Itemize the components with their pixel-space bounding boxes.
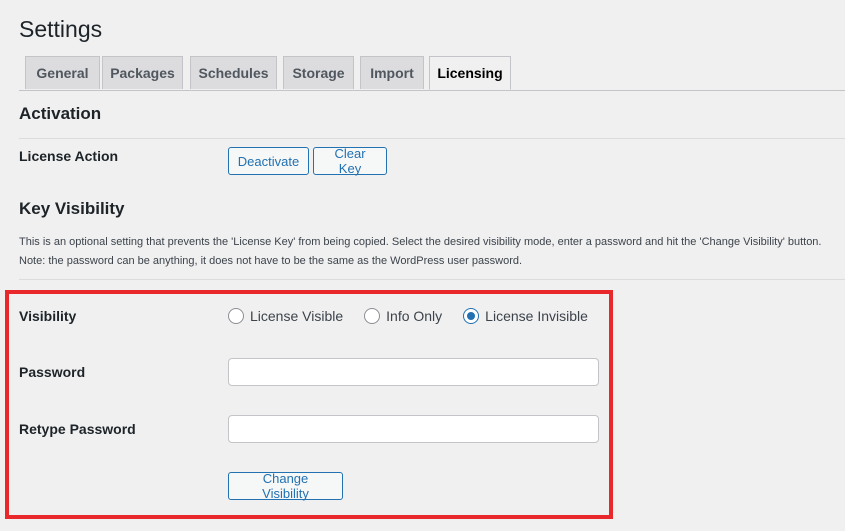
retype-password-label: Retype Password — [19, 421, 136, 437]
page-title: Settings — [19, 16, 103, 42]
key-visibility-description: This is an optional setting that prevent… — [19, 236, 822, 248]
password-input[interactable] — [228, 358, 599, 386]
radio-license-visible[interactable]: License Visible — [228, 308, 343, 324]
radio-button[interactable] — [228, 308, 244, 324]
visibility-radio-group: License Visible Info Only License Invisi… — [228, 306, 609, 326]
radio-label: License Invisible — [485, 308, 588, 324]
settings-tabs: General Packages Schedules Storage Impor… — [19, 56, 845, 91]
key-visibility-note: Note: the password can be anything, it d… — [19, 255, 523, 267]
radio-license-invisible[interactable]: License Invisible — [463, 308, 588, 324]
license-action-label: License Action — [19, 148, 119, 164]
clear-key-button[interactable]: Clear Key — [313, 146, 387, 176]
deactivate-button[interactable]: Deactivate — [228, 147, 309, 175]
radio-info-only[interactable]: Info Only — [364, 308, 442, 324]
tab-schedules[interactable]: Schedules — [190, 56, 277, 89]
tab-licensing[interactable]: Licensing — [429, 56, 511, 90]
radio-button-selected[interactable] — [463, 308, 480, 324]
radio-label: License Visible — [250, 308, 344, 324]
radio-label: Info Only — [386, 308, 443, 324]
divider — [19, 279, 845, 280]
key-visibility-heading: Key Visibility — [19, 199, 125, 218]
radio-button[interactable] — [364, 308, 381, 324]
retype-password-input[interactable] — [228, 415, 599, 443]
activation-heading: Activation — [19, 104, 102, 123]
change-visibility-button[interactable]: Change Visibility — [228, 471, 343, 501]
tab-general[interactable]: General — [25, 56, 100, 89]
tab-import[interactable]: Import — [360, 56, 424, 89]
tab-packages[interactable]: Packages — [102, 56, 183, 89]
tab-storage[interactable]: Storage — [283, 56, 354, 89]
password-label: Password — [19, 364, 86, 380]
divider — [19, 138, 845, 139]
visibility-label: Visibility — [19, 308, 77, 324]
